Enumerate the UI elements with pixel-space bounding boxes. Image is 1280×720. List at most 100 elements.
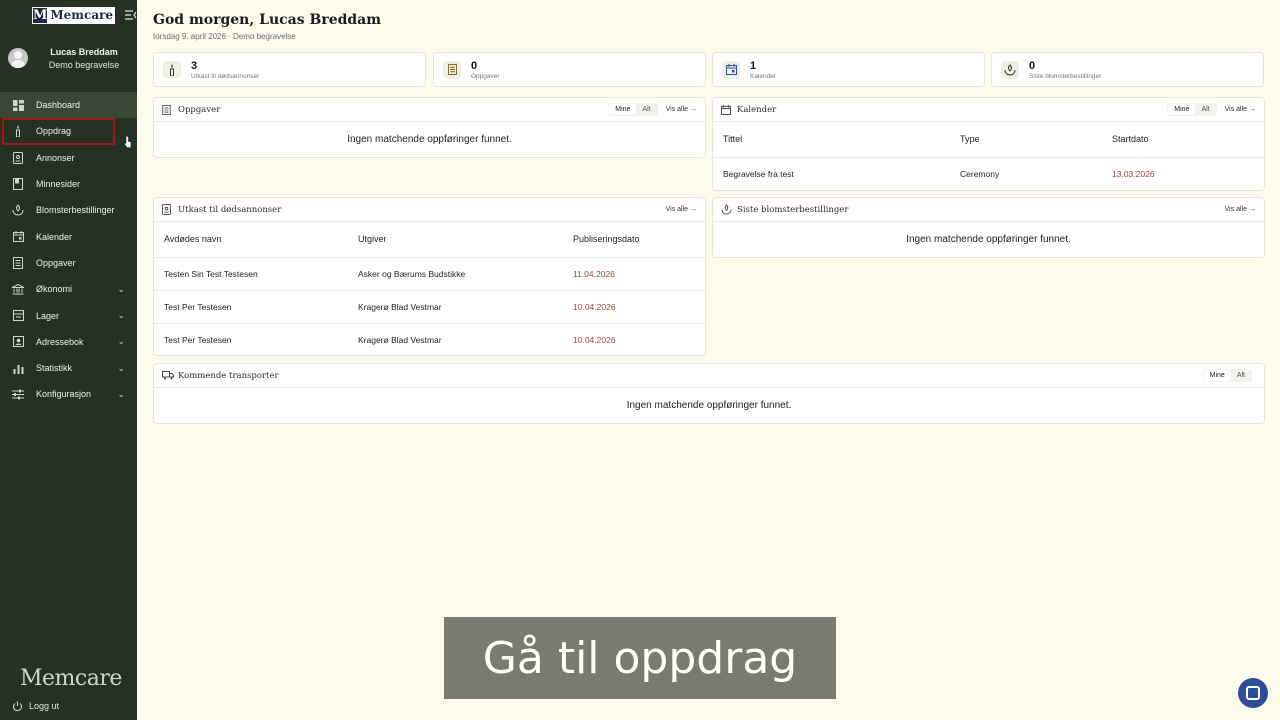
table-row[interactable]: Test Per Testesen Kragerø Blad Vestmar 1… xyxy=(154,290,705,324)
column-header[interactable]: Tittel xyxy=(713,122,950,158)
toggle-mine[interactable]: Mine xyxy=(609,104,637,115)
calendar-card: Kalender Mine Alt Vis alle → Tittel Type… xyxy=(712,97,1265,191)
toggle-alt[interactable]: Alt xyxy=(636,104,656,115)
logo-wordmark: Memcare xyxy=(48,6,116,24)
stat-label: Oppgaver xyxy=(471,72,500,80)
contacts-icon xyxy=(12,336,24,348)
scope-toggle: Mine Alt xyxy=(1202,369,1252,382)
candle-icon xyxy=(163,60,181,79)
sidebar-item-oppgaver[interactable]: Oppgaver xyxy=(0,250,137,276)
table-cell: Begravelse fra test xyxy=(723,168,794,179)
chevron-down-icon[interactable]: ⌄ xyxy=(117,363,125,374)
sidebar-item-label: Blomsterbestillinger xyxy=(36,205,115,216)
stat-card-calendar[interactable]: 1 Kalender xyxy=(712,52,985,87)
column-header[interactable]: Avdødes navn xyxy=(154,222,348,258)
column-header[interactable]: Publiseringsdato xyxy=(563,222,705,258)
sliders-icon xyxy=(12,388,24,400)
collapse-sidebar-icon[interactable] xyxy=(125,8,137,22)
see-all-link[interactable]: Vis alle → xyxy=(1225,206,1256,213)
table-cell: Test Per Testesen xyxy=(154,290,348,324)
scope-toggle: Mine Alt xyxy=(608,103,658,116)
chevron-down-icon[interactable]: ⌄ xyxy=(117,336,125,347)
tasks-card: Oppgaver Mine Alt Vis alle → Ingen match… xyxy=(153,97,706,158)
table-row[interactable]: Begravelse fra test Ceremony 13.03.2026 xyxy=(713,157,1264,190)
sidebar-item-annonser[interactable]: Annonser xyxy=(0,145,137,171)
empty-state: Ingen matchende oppføringer funnet. xyxy=(906,234,1071,245)
document-icon xyxy=(162,204,174,215)
page-subtitle: torsdag 9. april 2026 · Demo begravelse xyxy=(153,32,296,41)
sidebar-item-label: Adressebok xyxy=(36,336,84,347)
sidebar-item-lager[interactable]: Lager ⌄ xyxy=(0,302,137,328)
see-all-link[interactable]: Vis alle → xyxy=(666,106,697,113)
empty-state: Ingen matchende oppføringer funnet. xyxy=(347,134,512,145)
sidebar-item-label: Minnesider xyxy=(36,179,81,190)
flower-icon xyxy=(1001,60,1019,79)
main-content: God morgen, Lucas Breddam torsdag 9. apr… xyxy=(137,0,1280,720)
toggle-alt[interactable]: Alt xyxy=(1231,370,1251,381)
list-icon xyxy=(443,60,461,79)
column-header[interactable]: Startdato xyxy=(1102,122,1264,158)
sidebar-item-statistikk[interactable]: Statistikk ⌄ xyxy=(0,355,137,381)
sidebar-item-minnesider[interactable]: Minnesider xyxy=(0,171,137,197)
table-cell: Ceremony xyxy=(960,168,1000,179)
sidebar-item-kalender[interactable]: Kalender xyxy=(0,223,137,249)
toggle-alt[interactable]: Alt xyxy=(1195,104,1215,115)
toggle-mine[interactable]: Mine xyxy=(1203,370,1231,381)
transports-card: Kommende transporter Mine Alt Ingen matc… xyxy=(153,363,1265,424)
flower-icon xyxy=(721,204,733,215)
stat-card-flowers[interactable]: 0 Siste blomsterbestillinger xyxy=(991,52,1264,87)
chevron-down-icon[interactable]: ⌄ xyxy=(117,310,125,321)
card-title: Utkast til dødsannonser xyxy=(178,204,282,215)
sidebar-item-konfigurasjon[interactable]: Konfigurasjon ⌄ xyxy=(0,381,137,407)
toggle-mine[interactable]: Mine xyxy=(1168,104,1196,115)
sidebar-item-blomsterbestillinger[interactable]: Blomsterbestillinger xyxy=(0,197,137,223)
sidebar-item-okonomi[interactable]: Økonomi ⌄ xyxy=(0,276,137,302)
table-cell: 10.04.2026 xyxy=(573,334,616,345)
sidebar-item-label: Oppgaver xyxy=(36,257,76,268)
chevron-down-icon[interactable]: ⌄ xyxy=(117,389,125,400)
candle-icon xyxy=(12,125,24,138)
sidebar-item-label: Oppdrag xyxy=(36,126,72,137)
calendar-table: Tittel Type Startdato Begravelse fra tes… xyxy=(713,122,1264,190)
table-row[interactable]: Test Per Testesen Kragerø Blad Vestmar 1… xyxy=(154,323,705,355)
chat-launcher-button[interactable] xyxy=(1238,678,1268,708)
logout-button[interactable]: Logg ut xyxy=(11,700,59,712)
calendar-icon xyxy=(12,231,24,243)
mouse-cursor-icon xyxy=(124,136,132,148)
stat-card-tasks[interactable]: 0 Oppgaver xyxy=(433,52,706,87)
column-header[interactable]: Type xyxy=(950,122,1102,158)
table-row[interactable]: Testen Sin Test Testesen Asker og Bærums… xyxy=(154,257,705,291)
truck-icon xyxy=(162,371,174,380)
stat-label: Siste blomsterbestillinger xyxy=(1029,72,1102,80)
sidebar-item-dashboard[interactable]: Dashboard xyxy=(0,92,137,119)
stat-label: Utkast til dødsannonser xyxy=(191,72,260,80)
user-profile[interactable]: Lucas Breddam Demo begravelse xyxy=(0,30,137,86)
box-icon xyxy=(12,310,24,322)
card-title: Kalender xyxy=(737,104,777,115)
flower-icon xyxy=(12,204,24,216)
sidebar-item-oppdrag[interactable]: Oppdrag xyxy=(2,118,115,145)
sidebar-item-label: Kalender xyxy=(36,231,73,242)
sidebar-item-adressebok[interactable]: Adressebok ⌄ xyxy=(0,329,137,355)
table-cell: Kragerø Blad Vestmar xyxy=(358,334,442,345)
chevron-down-icon[interactable]: ⌄ xyxy=(117,284,125,295)
list-icon xyxy=(162,104,174,115)
bank-icon xyxy=(12,283,24,295)
column-header[interactable]: Utgiver xyxy=(348,222,563,258)
sidebar: M Memcare Lucas Breddam Demo begravelse … xyxy=(0,0,137,720)
scope-toggle: Mine Alt xyxy=(1167,103,1217,116)
see-all-link[interactable]: Vis alle → xyxy=(666,206,697,213)
sidebar-item-label: Konfigurasjon xyxy=(36,389,92,400)
page-title: God morgen, Lucas Breddam xyxy=(153,12,382,28)
drafts-table: Avdødes navn Utgiver Publiseringsdato Te… xyxy=(154,222,705,355)
stat-value: 3 xyxy=(191,59,198,72)
see-all-link[interactable]: Vis alle → xyxy=(1225,106,1256,113)
sidebar-nav: Dashboard Oppdrag Annonser Minnesider Bl… xyxy=(0,92,137,408)
video-caption: Gå til oppdrag xyxy=(444,617,836,699)
stat-card-drafts[interactable]: 3 Utkast til dødsannonser xyxy=(153,52,426,87)
table-cell: 11.04.2026 xyxy=(563,257,705,291)
table-cell: Test Per Testesen xyxy=(164,334,232,345)
sidebar-item-label: Dashboard xyxy=(36,100,81,111)
power-icon xyxy=(11,700,23,712)
stat-value: 1 xyxy=(750,59,757,72)
